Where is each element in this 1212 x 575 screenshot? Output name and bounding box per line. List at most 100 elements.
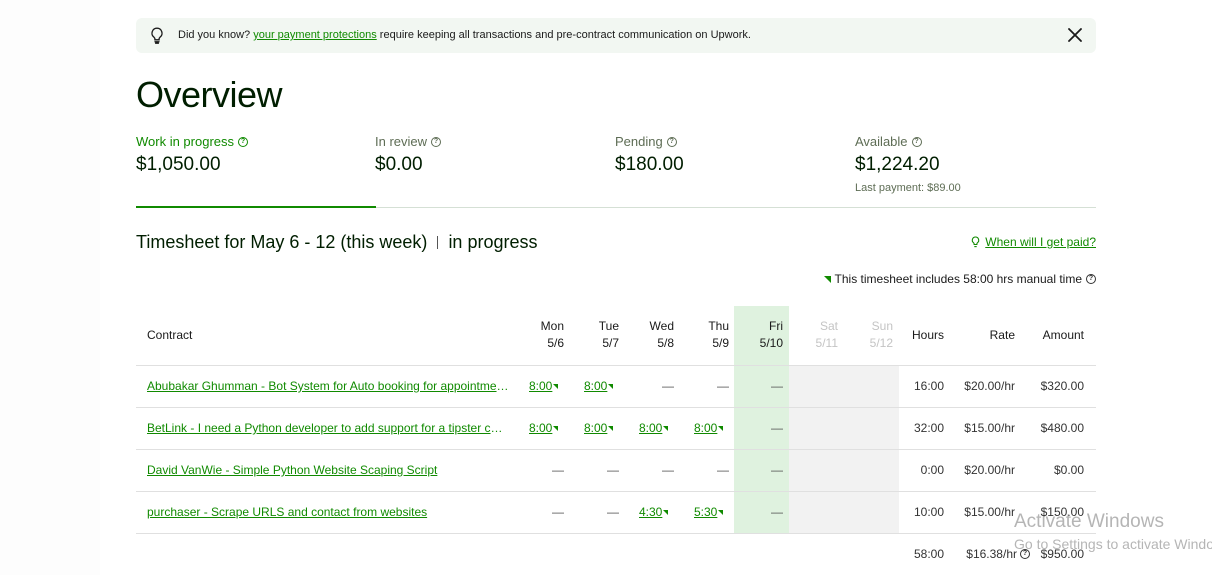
stat-value: $180.00 <box>615 154 684 175</box>
day-date: 5/8 <box>657 336 674 350</box>
stat-available[interactable]: Available? $1,224.20 Last payment: $89.0… <box>855 134 961 194</box>
row-hours: 16:00 <box>913 379 944 393</box>
help-icon[interactable]: ? <box>911 136 922 147</box>
stat-pending[interactable]: Pending? $180.00 <box>615 134 684 176</box>
header-amount: Amount <box>1042 328 1084 342</box>
manual-time-marker-icon <box>718 426 724 431</box>
activate-windows-subtitle: Go to Settings to activate Windows. <box>1014 536 1212 552</box>
day-hours-cell[interactable]: 8:00 <box>694 421 724 435</box>
manual-time-marker-icon <box>663 510 669 515</box>
manual-time-marker-icon <box>608 426 614 431</box>
header-day-fri: Fri 5/10 <box>738 306 783 366</box>
day-hours-value: 8:00 <box>584 421 608 435</box>
day-date: 5/7 <box>602 336 619 350</box>
tip-text: Did you know? your payment protections r… <box>178 29 751 41</box>
help-icon[interactable]: ? <box>666 136 677 147</box>
left-gutter <box>0 0 100 575</box>
manual-time-text: This timesheet includes 58:00 hrs manual… <box>834 272 1082 286</box>
day-hours-empty: — <box>662 379 674 393</box>
day-hours-empty: — <box>552 463 564 477</box>
day-date: 5/12 <box>869 336 893 350</box>
day-hours-value: 8:00 <box>694 421 718 435</box>
when-paid-label: When will I get paid? <box>985 235 1096 249</box>
day-date: 5/6 <box>547 336 564 350</box>
stat-value: $1,224.20 <box>855 154 940 175</box>
stat-value: $1,050.00 <box>136 154 221 175</box>
help-icon[interactable]: ? <box>431 136 442 147</box>
row-hours: 10:00 <box>913 505 944 519</box>
day-hours-cell[interactable]: 8:00 <box>639 421 669 435</box>
payment-protections-link[interactable]: your payment protections <box>253 29 377 41</box>
contract-link[interactable]: BetLink - I need a Python developer to a… <box>147 421 509 435</box>
stat-in-review[interactable]: In review? $0.00 <box>375 134 442 176</box>
contract-link[interactable]: David VanWie - Simple Python Website Sca… <box>147 463 509 477</box>
header-hours: Hours <box>911 328 944 342</box>
stat-label: Available <box>855 134 908 149</box>
day-name: Wed <box>649 319 674 333</box>
stat-work-in-progress[interactable]: Work in progress? $1,050.00 <box>136 134 249 176</box>
header-day-sat: Sat 5/11 <box>793 306 838 366</box>
day-hours-value: 4:30 <box>639 505 663 519</box>
page: Did you know? your payment protections r… <box>0 0 1212 575</box>
day-hours-value: 8:00 <box>529 379 553 393</box>
day-hours-cell[interactable]: 4:30 <box>639 505 669 519</box>
total-hours: 58:00 <box>913 547 944 561</box>
contract-link[interactable]: purchaser - Scrape URLS and contact from… <box>147 505 509 519</box>
day-hours-empty: — <box>771 421 783 435</box>
day-hours-value: 8:00 <box>584 379 608 393</box>
day-date: 5/10 <box>759 336 783 350</box>
manual-time-marker-icon <box>553 384 559 389</box>
row-divider <box>136 365 1096 366</box>
day-hours-empty: — <box>717 379 729 393</box>
day-hours-cell[interactable]: 8:00 <box>529 379 559 393</box>
manual-time-marker-icon <box>823 275 831 283</box>
header-day-wed: Wed 5/8 <box>629 306 674 366</box>
row-rate: $20.00/hr <box>964 463 1015 477</box>
day-hours-empty: — <box>552 505 564 519</box>
day-name: Fri <box>769 319 783 333</box>
timesheet-title: Timesheet for May 6 - 12 (this week) in p… <box>136 232 537 253</box>
timesheet-range: Timesheet for May 6 - 12 (this week) <box>136 232 428 252</box>
day-hours-empty: — <box>771 463 783 477</box>
day-date: 5/11 <box>815 336 838 350</box>
day-hours-cell[interactable]: 8:00 <box>529 421 559 435</box>
timesheet-status: in progress <box>448 232 538 252</box>
row-divider <box>136 407 1096 408</box>
day-name: Mon <box>540 319 564 333</box>
when-paid-link[interactable]: When will I get paid? <box>971 235 1096 249</box>
active-tab-indicator <box>136 206 376 208</box>
row-divider <box>136 533 1096 534</box>
day-hours-value: 8:00 <box>529 421 553 435</box>
day-name: Sat <box>819 319 838 333</box>
weekend-shading <box>789 366 899 534</box>
day-hours-empty: — <box>771 505 783 519</box>
help-icon[interactable]: ? <box>238 136 249 147</box>
day-hours-empty: — <box>771 379 783 393</box>
close-icon[interactable] <box>1068 28 1082 42</box>
day-name: Thu <box>708 319 729 333</box>
tip-suffix: require keeping all transactions and pre… <box>379 29 751 41</box>
help-icon[interactable]: ? <box>1086 274 1096 284</box>
day-name: Tue <box>598 319 619 333</box>
day-hours-empty: — <box>607 463 619 477</box>
row-rate: $15.00/hr <box>964 505 1015 519</box>
row-rate: $20.00/hr <box>964 379 1015 393</box>
day-hours-cell[interactable]: 8:00 <box>584 379 614 393</box>
stat-value: $0.00 <box>375 154 423 175</box>
page-title: Overview <box>136 74 283 115</box>
day-hours-value: 8:00 <box>639 421 663 435</box>
manual-time-note: This timesheet includes 58:00 hrs manual… <box>823 272 1096 286</box>
day-hours-cell[interactable]: 8:00 <box>584 421 614 435</box>
row-amount: $0.00 <box>1053 463 1084 477</box>
contract-link[interactable]: Abubakar Ghumman - Bot System for Auto b… <box>147 379 509 393</box>
title-separator <box>437 236 439 249</box>
day-hours-empty: — <box>717 463 729 477</box>
row-divider <box>136 449 1096 450</box>
row-hours: 0:00 <box>920 463 944 477</box>
day-date: 5/9 <box>712 336 729 350</box>
day-hours-cell[interactable]: 5:30 <box>694 505 724 519</box>
total-rate-value: $16.38/hr <box>966 547 1017 561</box>
tip-prefix: Did you know? <box>178 29 251 41</box>
header-day-tue: Tue 5/7 <box>574 306 619 366</box>
row-rate: $15.00/hr <box>964 421 1015 435</box>
